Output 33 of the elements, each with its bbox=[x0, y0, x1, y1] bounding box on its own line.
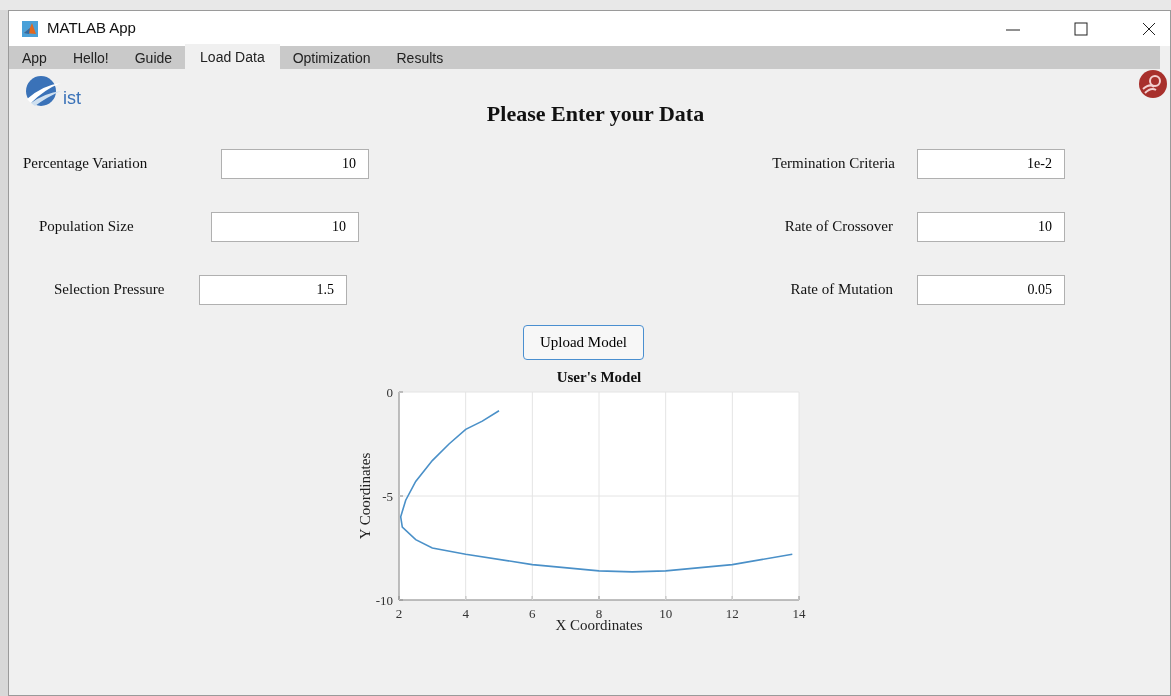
tick-label: 6 bbox=[528, 605, 536, 621]
field-label: Percentage Variation bbox=[23, 154, 149, 174]
input-field[interactable]: 10 bbox=[211, 211, 359, 242]
tab[interactable]: Load Data bbox=[185, 44, 280, 69]
tick-label: 14 bbox=[792, 605, 805, 621]
close-icon[interactable] bbox=[1142, 20, 1156, 37]
tick-label: 12 bbox=[725, 605, 739, 621]
input-field[interactable]: 10 bbox=[221, 148, 369, 179]
logo: ist bbox=[23, 71, 113, 107]
page-heading: Please Enter your Data bbox=[485, 100, 706, 128]
tick-label: 2 bbox=[395, 605, 402, 621]
tick-label: 10 bbox=[658, 605, 672, 621]
axis-label: Y Coordinates bbox=[356, 452, 373, 539]
maximize-icon[interactable] bbox=[1074, 20, 1088, 37]
tick-label: -10 bbox=[375, 592, 393, 608]
field-label: Population Size bbox=[39, 217, 135, 237]
input-field[interactable]: 0.05 bbox=[917, 274, 1065, 305]
field-label: Selection Pressure bbox=[54, 280, 166, 300]
upload-model-button[interactable]: Upload Model bbox=[522, 325, 645, 360]
input-field[interactable]: 1.5 bbox=[199, 274, 347, 305]
app-icon bbox=[21, 19, 39, 38]
field-label: Rate of Mutation bbox=[789, 280, 893, 300]
window-title: MATLAB App bbox=[47, 18, 136, 39]
tick-label: 8 bbox=[595, 605, 602, 621]
chart-title: User's Model bbox=[556, 368, 641, 385]
tick-label: -5 bbox=[381, 488, 393, 504]
field-label: Rate of Crossover bbox=[783, 217, 893, 237]
tick-label: 0 bbox=[386, 384, 393, 400]
field-label: Termination Criteria bbox=[771, 154, 895, 174]
input-field[interactable]: 1e-2 bbox=[917, 148, 1065, 179]
emblem-icon bbox=[1138, 69, 1168, 99]
input-field[interactable]: 10 bbox=[917, 211, 1065, 242]
tick-label: 4 bbox=[461, 605, 469, 621]
